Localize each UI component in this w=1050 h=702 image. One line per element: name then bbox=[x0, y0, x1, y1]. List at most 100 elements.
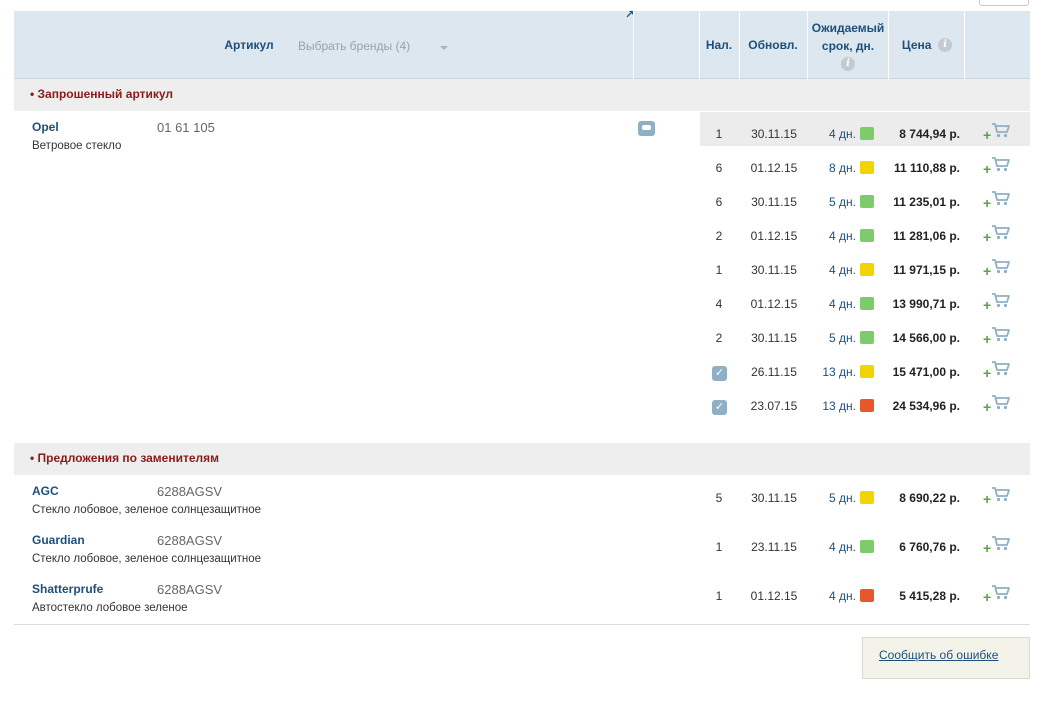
requested-brand[interactable]: Opel bbox=[32, 120, 59, 134]
add-to-cart-button[interactable]: + bbox=[983, 360, 1013, 382]
offer-price: 24 534,96 р. bbox=[892, 399, 960, 413]
brand-filter-select[interactable]: Выбрать бренды (4) bbox=[298, 39, 410, 53]
offer-delivery-days[interactable]: 4 дн. bbox=[812, 263, 856, 277]
substitute-brand[interactable]: Shatterprufe bbox=[32, 582, 103, 596]
status-red-indicator bbox=[860, 399, 874, 412]
add-to-cart-button[interactable]: + bbox=[983, 326, 1013, 348]
cart-icon bbox=[992, 585, 1010, 600]
plus-icon: + bbox=[983, 540, 992, 556]
price-column-header: Цена i bbox=[889, 11, 965, 79]
substitutes-section-bar: • Предложения по заменителям bbox=[14, 443, 1030, 475]
offer-price: 13 990,71 р. bbox=[892, 297, 960, 311]
plus-icon: + bbox=[983, 229, 992, 245]
add-to-cart-button[interactable]: + bbox=[983, 156, 1013, 178]
plus-icon: + bbox=[983, 331, 992, 347]
plus-icon: + bbox=[983, 297, 992, 313]
checkbox-checked-icon[interactable]: ✓ bbox=[712, 366, 727, 381]
add-to-cart-button[interactable]: + bbox=[983, 292, 1013, 314]
add-to-cart-button[interactable]: + bbox=[983, 190, 1013, 212]
offer-qty: 4 bbox=[715, 297, 723, 311]
offer-price: 11 971,15 р. bbox=[893, 263, 960, 277]
chevron-down-icon[interactable] bbox=[440, 46, 448, 50]
substitute-article[interactable]: 6288AGSV bbox=[157, 484, 222, 499]
offer-row: 6 01.12.15 8 дн. 11 110,88 р. + bbox=[700, 153, 1030, 187]
offer-delivery-days[interactable]: 13 дн. bbox=[812, 365, 856, 379]
info-icon[interactable]: i bbox=[841, 57, 855, 71]
add-to-cart-button[interactable]: + bbox=[983, 224, 1013, 246]
cart-icon bbox=[992, 259, 1010, 274]
offer-updated-date: 30.11.15 bbox=[751, 195, 797, 209]
requested-section-bar: • Запрошенный артикул bbox=[14, 79, 1030, 111]
plus-icon: + bbox=[983, 399, 992, 415]
offer-updated-date: 30.11.15 bbox=[751, 127, 797, 141]
offer-delivery-days[interactable]: 4 дн. bbox=[812, 229, 856, 243]
offer-delivery-days[interactable]: 8 дн. bbox=[812, 161, 856, 175]
offer-updated-date: 30.11.15 bbox=[751, 331, 797, 345]
expected-term-label-line1: Ожидаемый bbox=[811, 21, 885, 35]
offer-row: ✓ 23.07.15 13 дн. 24 534,96 р. + bbox=[700, 391, 1030, 425]
offer-price: 11 235,01 р. bbox=[893, 195, 960, 209]
offer-row: 1 01.12.15 4 дн. 5 415,28 р. + bbox=[700, 581, 1030, 615]
cart-icon bbox=[992, 191, 1010, 206]
cart-icon bbox=[992, 293, 1010, 308]
plus-icon: + bbox=[983, 195, 992, 211]
offer-qty: 2 bbox=[715, 331, 723, 345]
status-green-indicator bbox=[860, 195, 874, 208]
offer-delivery-days[interactable]: 4 дн. bbox=[812, 127, 856, 141]
offer-delivery-days[interactable]: 5 дн. bbox=[812, 491, 856, 505]
add-to-cart-button[interactable]: + bbox=[983, 486, 1013, 508]
offer-qty: 5 bbox=[715, 491, 723, 505]
plus-icon: + bbox=[983, 589, 992, 605]
offer-qty: 1 bbox=[715, 540, 723, 554]
offer-delivery-days[interactable]: 4 дн. bbox=[812, 540, 856, 554]
add-to-cart-button[interactable]: + bbox=[983, 584, 1013, 606]
report-error-link[interactable]: Сообщить об ошибке bbox=[879, 648, 998, 662]
substitute-article[interactable]: 6288AGSV bbox=[157, 533, 222, 548]
cart-icon bbox=[992, 536, 1010, 551]
requested-section-title: • Запрошенный артикул bbox=[30, 87, 174, 101]
status-yellow-indicator bbox=[860, 161, 874, 174]
expected-term-column-header: Ожидаемый срок, дн. i bbox=[808, 11, 888, 79]
car-icon[interactable] bbox=[638, 121, 655, 136]
offer-updated-date: 01.12.15 bbox=[750, 589, 798, 603]
offer-delivery-days[interactable]: 5 дн. bbox=[812, 195, 856, 209]
expected-term-label-line2: срок, дн. bbox=[821, 39, 875, 53]
report-error-box: Сообщить об ошибке bbox=[862, 637, 1030, 679]
substitute-brand[interactable]: AGC bbox=[32, 484, 59, 498]
offer-price: 11 281,06 р. bbox=[893, 229, 960, 243]
cart-icon bbox=[992, 327, 1010, 342]
cart-icon bbox=[992, 157, 1010, 172]
top-control-stub[interactable] bbox=[979, 0, 1029, 6]
add-to-cart-button[interactable]: + bbox=[983, 535, 1013, 557]
offer-delivery-days[interactable]: 4 дн. bbox=[812, 589, 856, 603]
substitute-description: Стекло лобовое, зеленое солнцезащитное bbox=[32, 504, 262, 516]
offer-updated-date: 30.11.15 bbox=[751, 491, 797, 505]
plus-icon: + bbox=[983, 263, 992, 279]
info-icon[interactable]: i bbox=[938, 38, 953, 52]
offer-delivery-days[interactable]: 13 дн. bbox=[812, 399, 856, 413]
offer-qty: 1 bbox=[715, 263, 723, 277]
offer-qty: 6 bbox=[715, 195, 723, 209]
cart-icon bbox=[992, 123, 1010, 138]
checkbox-checked-icon[interactable]: ✓ bbox=[712, 400, 727, 415]
requested-article[interactable]: 01 61 105 bbox=[157, 120, 215, 135]
add-to-cart-button[interactable]: + bbox=[983, 258, 1013, 280]
offer-updated-date: 01.12.15 bbox=[750, 161, 798, 175]
status-yellow-indicator bbox=[860, 365, 874, 378]
add-to-cart-button[interactable]: + bbox=[983, 122, 1013, 144]
status-green-indicator bbox=[860, 331, 874, 344]
offer-row: 1 30.11.15 4 дн. 11 971,15 р. + bbox=[700, 255, 1030, 289]
offer-row: ✓ 26.11.15 13 дн. 15 471,00 р. + bbox=[700, 357, 1030, 391]
offer-price: 6 760,76 р. bbox=[899, 540, 960, 554]
offer-updated-date: 23.11.15 bbox=[751, 540, 797, 554]
offer-delivery-days[interactable]: 4 дн. bbox=[812, 297, 856, 311]
divider bbox=[14, 624, 1030, 625]
substitute-article[interactable]: 6288AGSV bbox=[157, 582, 222, 597]
plus-icon: + bbox=[983, 365, 992, 381]
substitute-brand[interactable]: Guardian bbox=[32, 533, 85, 547]
offer-updated-date: 01.12.15 bbox=[750, 229, 798, 243]
add-to-cart-button[interactable]: + bbox=[983, 394, 1013, 416]
article-column-header: Артикул bbox=[224, 38, 274, 52]
offer-price: 15 471,00 р. bbox=[892, 365, 960, 379]
offer-delivery-days[interactable]: 5 дн. bbox=[812, 331, 856, 345]
